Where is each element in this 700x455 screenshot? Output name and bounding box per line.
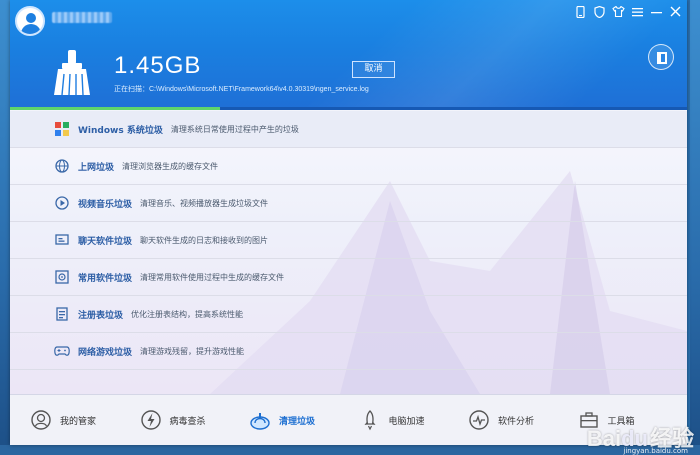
category-name[interactable]: 上网垃圾 bbox=[78, 160, 114, 173]
category-name[interactable]: 注册表垃圾 bbox=[78, 308, 123, 321]
category-name[interactable]: Windows 系统垃圾 bbox=[78, 123, 163, 136]
close-icon[interactable] bbox=[668, 6, 683, 21]
category-description: 清理常用软件使用过程中生成的缓存文件 bbox=[140, 272, 285, 282]
menu-icon[interactable] bbox=[630, 6, 645, 21]
category-description: 优化注册表结构，提高系统性能 bbox=[131, 309, 244, 319]
category-description: 清理游戏残留，提升游戏性能 bbox=[140, 346, 245, 356]
nav-item[interactable]: 我的管家 bbox=[30, 409, 140, 431]
broom-icon bbox=[54, 50, 90, 96]
desktop-background-right bbox=[690, 0, 700, 455]
exit-door-icon bbox=[657, 52, 667, 64]
watermark-brand: Bai bbox=[586, 426, 622, 451]
avatar-head bbox=[26, 13, 36, 23]
registry-icon bbox=[54, 306, 70, 322]
category-name[interactable]: 网络游戏垃圾 bbox=[78, 345, 132, 358]
avatar[interactable] bbox=[15, 6, 45, 36]
side-panel-button[interactable] bbox=[648, 44, 674, 70]
category-row[interactable]: Windows 系统垃圾 清理系统日常使用过程中产生的垃圾 bbox=[10, 111, 687, 148]
category-description: 清理音乐、视频播放器生成垃圾文件 bbox=[140, 198, 269, 208]
category-row[interactable]: 注册表垃圾 优化注册表结构，提高系统性能 bbox=[10, 296, 687, 333]
butler-icon bbox=[30, 409, 52, 431]
chat-icon bbox=[54, 232, 70, 248]
window-controls bbox=[573, 5, 683, 21]
nav-label: 软件分析 bbox=[498, 416, 535, 427]
total-junk-size: 1.45GB bbox=[114, 52, 202, 79]
category-row[interactable]: 常用软件垃圾 清理常用软件使用过程中生成的缓存文件 bbox=[10, 259, 687, 296]
nav-label: 病毒查杀 bbox=[169, 416, 206, 427]
header: 1.45GB 正在扫描：C:\Windows\Microsoft.NET\Fra… bbox=[10, 0, 687, 110]
category-name[interactable]: 常用软件垃圾 bbox=[78, 271, 132, 284]
category-name[interactable]: 聊天软件垃圾 bbox=[78, 234, 132, 247]
skin-icon[interactable] bbox=[611, 5, 626, 21]
cancel-button[interactable]: 取消 bbox=[352, 61, 395, 78]
gamepad-icon bbox=[54, 343, 70, 359]
nav-item[interactable]: 电脑加速 bbox=[359, 409, 469, 431]
scanning-path: 正在扫描：C:\Windows\Microsoft.NET\Framework6… bbox=[114, 86, 369, 93]
category-name[interactable]: 视频音乐垃圾 bbox=[78, 197, 132, 210]
nav-label: 清理垃圾 bbox=[279, 416, 316, 427]
nav-item[interactable]: 清理垃圾 bbox=[249, 409, 359, 431]
rocket-icon bbox=[359, 409, 381, 431]
category-items: Windows 系统垃圾 清理系统日常使用过程中产生的垃圾 上网垃圾 清理浏览器生成的… bbox=[10, 111, 687, 370]
category-row[interactable]: 网络游戏垃圾 清理游戏残留，提升游戏性能 bbox=[10, 333, 687, 370]
avatar-body bbox=[21, 24, 41, 34]
play-icon bbox=[54, 195, 70, 211]
minimize-icon[interactable] bbox=[649, 6, 664, 21]
nav-item[interactable]: 病毒查杀 bbox=[140, 409, 250, 431]
category-description: 聊天软件生成的日志和接收到的图片 bbox=[140, 235, 269, 245]
windows-icon bbox=[54, 121, 70, 137]
scan-progress-bar bbox=[10, 107, 687, 110]
phone-icon[interactable] bbox=[573, 5, 588, 21]
nav-label: 我的管家 bbox=[60, 416, 97, 427]
app-window: 1.45GB 正在扫描：C:\Windows\Microsoft.NET\Fra… bbox=[10, 0, 687, 445]
category-row[interactable]: 视频音乐垃圾 清理音乐、视频播放器生成垃圾文件 bbox=[10, 185, 687, 222]
disc-icon bbox=[54, 269, 70, 285]
nav-label: 电脑加速 bbox=[388, 416, 425, 427]
category-description: 清理系统日常使用过程中产生的垃圾 bbox=[170, 124, 299, 134]
globe-icon bbox=[54, 158, 70, 174]
desktop-background-left bbox=[0, 0, 10, 455]
software-analysis-icon bbox=[468, 409, 490, 431]
cleanup-icon bbox=[249, 409, 271, 431]
scan-progress-fill bbox=[10, 107, 220, 110]
category-description: 清理浏览器生成的缓存文件 bbox=[122, 161, 219, 171]
shield-icon[interactable] bbox=[592, 5, 607, 21]
username-blurred[interactable] bbox=[52, 12, 112, 23]
junk-category-list: Windows 系统垃圾 清理系统日常使用过程中产生的垃圾 上网垃圾 清理浏览器生成的… bbox=[10, 111, 687, 394]
nav-item[interactable]: 软件分析 bbox=[468, 409, 578, 431]
category-row[interactable]: 上网垃圾 清理浏览器生成的缓存文件 bbox=[10, 148, 687, 185]
virus-scan-icon bbox=[140, 409, 162, 431]
watermark-url: jingyan.baidu.com bbox=[623, 447, 688, 455]
bottom-navigation: 我的管家 病毒查杀 清理垃圾 电脑加速 软件分析 工具箱 bbox=[10, 394, 687, 445]
category-row[interactable]: 聊天软件垃圾 聊天软件生成的日志和接收到的图片 bbox=[10, 222, 687, 259]
